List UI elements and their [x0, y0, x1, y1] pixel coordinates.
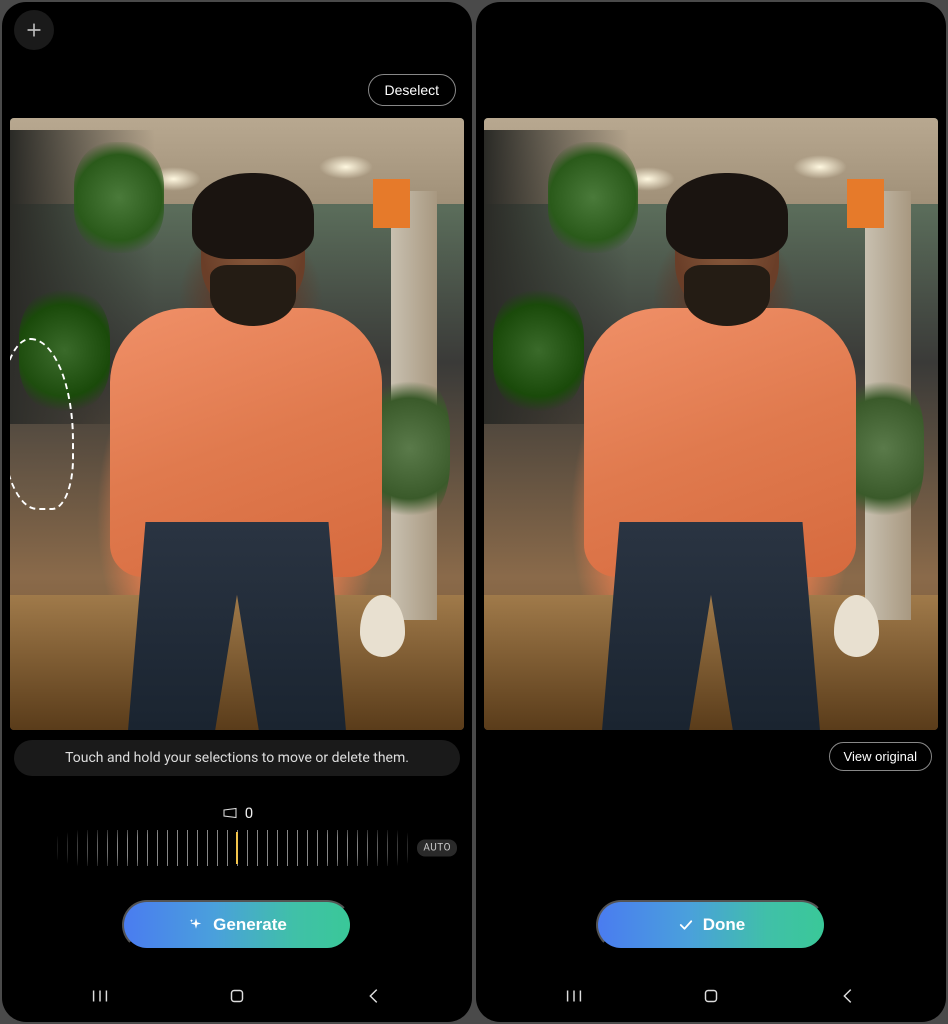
photo-image	[10, 118, 464, 730]
home-button[interactable]	[700, 985, 722, 1007]
straighten-label: 0	[221, 804, 253, 822]
straighten-value: 0	[245, 804, 253, 822]
cta-row: Generate	[2, 880, 472, 974]
sparkle-icon	[187, 916, 205, 934]
recents-icon	[563, 985, 585, 1007]
hint-text: Touch and hold your selections to move o…	[14, 740, 460, 776]
recents-button[interactable]	[563, 985, 585, 1007]
home-button[interactable]	[226, 985, 248, 1007]
straighten-control: 0 AUTO	[2, 804, 472, 866]
back-button[interactable]	[837, 985, 859, 1007]
back-icon	[837, 985, 859, 1007]
back-icon	[363, 985, 385, 1007]
done-label: Done	[703, 915, 746, 935]
generate-label: Generate	[213, 915, 287, 935]
cta-row: Done	[476, 880, 946, 974]
straighten-slider[interactable]: AUTO	[57, 830, 417, 866]
deselect-row: Deselect	[368, 74, 456, 106]
photo-canvas[interactable]	[484, 118, 938, 730]
slider-handle[interactable]	[236, 832, 238, 864]
top-bar	[476, 2, 946, 58]
editor-screen-result: View original Done	[476, 2, 946, 1022]
done-button[interactable]: Done	[596, 900, 826, 950]
view-original-row: View original	[476, 730, 946, 771]
straighten-icon	[221, 804, 239, 822]
plus-icon	[24, 20, 44, 40]
generate-button[interactable]: Generate	[122, 900, 352, 950]
recents-button[interactable]	[89, 985, 111, 1007]
check-icon	[677, 916, 695, 934]
system-nav-bar	[2, 974, 472, 1022]
photo-canvas[interactable]	[10, 118, 464, 730]
back-button[interactable]	[363, 985, 385, 1007]
add-button[interactable]	[14, 10, 54, 50]
photo-image	[484, 118, 938, 730]
editor-screen-generate: Deselect Touch and hold your selections …	[2, 2, 472, 1022]
top-bar	[2, 2, 472, 58]
deselect-button[interactable]: Deselect	[368, 74, 456, 106]
view-original-button[interactable]: View original	[829, 742, 932, 771]
system-nav-bar	[476, 974, 946, 1022]
auto-button[interactable]: AUTO	[417, 840, 457, 857]
home-icon	[226, 985, 248, 1007]
home-icon	[700, 985, 722, 1007]
recents-icon	[89, 985, 111, 1007]
